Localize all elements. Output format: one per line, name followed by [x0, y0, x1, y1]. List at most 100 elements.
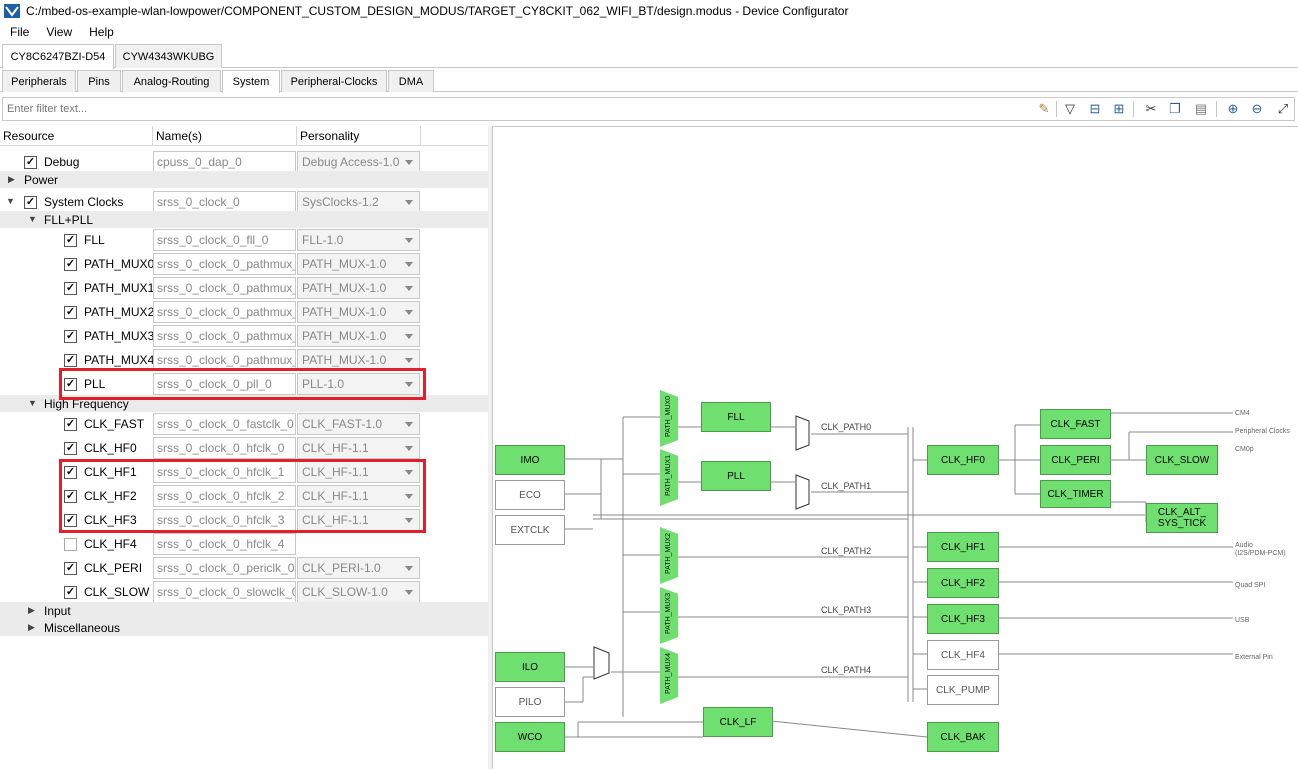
path-mux-3[interactable]: PATH_MUX3 [660, 587, 678, 644]
tree-row-fll-pll[interactable]: ▼ FLL+PLL [0, 211, 488, 228]
filter-input[interactable] [3, 98, 1053, 120]
block-clk-hf0[interactable]: CLK_HF0 [927, 445, 999, 475]
tab-pins[interactable]: Pins [77, 70, 121, 92]
personality-dropdown[interactable]: PATH_MUX-1.0 [297, 253, 420, 275]
tree-row-clk-fast[interactable]: ✓ CLK_FAST srss_0_clock_0_fastclk_0 CLK_FAS… [0, 412, 488, 436]
enable-checkbox[interactable]: ✓ [24, 155, 37, 169]
expand-arrow-right-icon[interactable]: ▶ [28, 622, 35, 633]
enable-checkbox[interactable]: ✓ [64, 257, 77, 271]
source-ilo[interactable]: ILO [495, 652, 565, 682]
personality-dropdown[interactable]: PATH_MUX-1.0 [297, 325, 420, 347]
tab-dma[interactable]: DMA [388, 70, 434, 92]
personality-dropdown[interactable]: CLK_PERI-1.0 [297, 557, 420, 579]
paste-icon[interactable]: ▤ [1193, 101, 1209, 117]
tree-row-clk-slow[interactable]: ✓ CLK_SLOW srss_0_clock_0_slowclk_0 CLK_SLO… [0, 580, 488, 604]
block-clk-hf3[interactable]: CLK_HF3 [927, 604, 999, 634]
enable-checkbox[interactable]: ✓ [24, 195, 37, 209]
enable-checkbox[interactable]: ✓ [64, 233, 77, 247]
tree-row-path-mux1[interactable]: ✓ PATH_MUX1 srss_0_clock_0_pathmux_1 PATH_M… [0, 276, 488, 300]
path-mux-1[interactable]: PATH_MUX1 [660, 449, 678, 506]
instance-name-field[interactable]: srss_0_clock_0_hfclk_4 [153, 533, 296, 555]
tree-row-path-mux3[interactable]: ✓ PATH_MUX3 srss_0_clock_0_pathmux_3 PATH_M… [0, 324, 488, 348]
expand-arrow-down-icon[interactable]: ▼ [28, 214, 37, 224]
enable-checkbox[interactable]: ✓ [64, 441, 77, 455]
instance-name-field[interactable]: srss_0_clock_0_pathmux_1 [153, 277, 296, 299]
expand-arrow-down-icon[interactable]: ▼ [28, 398, 37, 408]
filter-icon[interactable]: ▽ [1062, 101, 1078, 117]
block-clk-pump[interactable]: CLK_PUMP [927, 675, 999, 705]
expand-arrow-down-icon[interactable]: ▼ [6, 196, 15, 206]
clear-filter-icon[interactable]: ✎ [1036, 101, 1052, 117]
enable-checkbox[interactable]: ✓ [64, 417, 77, 431]
instance-name-field[interactable]: srss_0_clock_0_pathmux_2 [153, 301, 296, 323]
instance-name-field[interactable]: srss_0_clock_0_periclk_0 [153, 557, 296, 579]
enable-checkbox[interactable]: ✓ [64, 561, 77, 575]
zoom-out-icon[interactable]: ⊖ [1249, 101, 1265, 117]
zoom-in-icon[interactable]: ⊕ [1225, 101, 1241, 117]
block-fll[interactable]: FLL [701, 402, 771, 432]
tab-peripheral-clocks[interactable]: Peripheral-Clocks [281, 70, 387, 92]
path-mux-4[interactable]: PATH_MUX4 [660, 647, 678, 704]
personality-dropdown[interactable]: SysClocks-1.2 [297, 191, 420, 213]
collapse-all-icon[interactable]: ⊟ [1087, 101, 1103, 117]
menu-file[interactable]: File [0, 25, 36, 39]
tab-peripherals[interactable]: Peripherals [2, 70, 76, 92]
block-clk-hf4[interactable]: CLK_HF4 [927, 640, 999, 670]
instance-name-field[interactable]: srss_0_clock_0 [153, 191, 296, 213]
personality-dropdown[interactable]: Debug Access-1.0 [297, 151, 420, 173]
instance-name-field[interactable]: cpuss_0_dap_0 [153, 151, 296, 173]
source-imo[interactable]: IMO [495, 445, 565, 475]
instance-name-field[interactable]: srss_0_clock_0_pathmux_0 [153, 253, 296, 275]
source-eco[interactable]: ECO [495, 480, 565, 510]
source-wco[interactable]: WCO [495, 722, 565, 752]
instance-name-field[interactable]: srss_0_clock_0_pathmux_3 [153, 325, 296, 347]
expand-all-icon[interactable]: ⊞ [1111, 101, 1127, 117]
header-resource[interactable]: Resource [0, 126, 153, 146]
personality-dropdown[interactable]: FLL-1.0 [297, 229, 420, 251]
tree-row-miscellaneous[interactable]: ▶ Miscellaneous [0, 619, 488, 636]
block-clk-peri[interactable]: CLK_PERI [1040, 445, 1111, 475]
personality-dropdown[interactable]: PATH_MUX-1.0 [297, 277, 420, 299]
expand-arrow-right-icon[interactable]: ▶ [28, 605, 35, 616]
tree-row-power[interactable]: ▶ Power [0, 171, 488, 188]
personality-dropdown[interactable]: CLK_SLOW-1.0 [297, 581, 420, 603]
header-personality[interactable]: Personality [297, 126, 421, 146]
enable-checkbox[interactable]: ✓ [64, 353, 77, 367]
tree-row-clk-peri[interactable]: ✓ CLK_PERI srss_0_clock_0_periclk_0 CLK_PER… [0, 556, 488, 580]
path-mux-2[interactable]: PATH_MUX2 [660, 527, 678, 584]
tree-row-clk-hf4[interactable]: CLK_HF4 srss_0_clock_0_hfclk_4 [0, 532, 488, 556]
block-clk-hf1[interactable]: CLK_HF1 [927, 532, 999, 562]
instance-name-field[interactable]: srss_0_clock_0_slowclk_0 [153, 581, 296, 603]
enable-checkbox[interactable] [64, 537, 77, 551]
block-clk-slow[interactable]: CLK_SLOW [1146, 445, 1218, 475]
tab-analog-routing[interactable]: Analog-Routing [122, 70, 221, 92]
path-mux-0[interactable]: PATH_MUX0 [660, 390, 678, 447]
copy-icon[interactable]: ❐ [1167, 101, 1183, 117]
cut-icon[interactable]: ✂ [1143, 101, 1159, 117]
enable-checkbox[interactable]: ✓ [64, 329, 77, 343]
enable-checkbox[interactable]: ✓ [64, 305, 77, 319]
instance-name-field[interactable]: srss_0_clock_0_fastclk_0 [153, 413, 296, 435]
instance-name-field[interactable]: srss_0_clock_0_fll_0 [153, 229, 296, 251]
tree-row-path-mux2[interactable]: ✓ PATH_MUX2 srss_0_clock_0_pathmux_2 PATH_M… [0, 300, 488, 324]
block-clk-timer[interactable]: CLK_TIMER [1040, 480, 1111, 508]
expand-arrow-right-icon[interactable]: ▶ [8, 174, 15, 185]
header-names[interactable]: Name(s) [153, 126, 297, 146]
tree-row-clk-hf0[interactable]: ✓ CLK_HF0 srss_0_clock_0_hfclk_0 CLK_HF-1.1 [0, 436, 488, 460]
enable-checkbox[interactable]: ✓ [64, 281, 77, 295]
source-pilo[interactable]: PILO [495, 687, 565, 717]
instance-name-field[interactable]: srss_0_clock_0_hfclk_0 [153, 437, 296, 459]
source-extclk[interactable]: EXTCLK [495, 515, 565, 545]
block-pll[interactable]: PLL [701, 461, 771, 491]
block-clk-lf[interactable]: CLK_LF [703, 707, 773, 737]
personality-dropdown[interactable]: CLK_HF-1.1 [297, 437, 420, 459]
menu-help[interactable]: Help [79, 25, 121, 39]
block-clk-fast[interactable]: CLK_FAST [1040, 409, 1111, 439]
menu-view[interactable]: View [36, 25, 79, 39]
tree-row-path-mux0[interactable]: ✓ PATH_MUX0 srss_0_clock_0_pathmux_0 PATH_M… [0, 252, 488, 276]
tree-row-fll[interactable]: ✓ FLL srss_0_clock_0_fll_0 FLL-1.0 [0, 228, 488, 252]
block-clk-alt-sys-tick[interactable]: CLK_ALT_ SYS_TICK [1146, 503, 1218, 533]
block-clk-hf2[interactable]: CLK_HF2 [927, 568, 999, 598]
device-tab-psoc6[interactable]: CY8C6247BZI-D54 [2, 44, 114, 69]
personality-dropdown[interactable]: CLK_FAST-1.0 [297, 413, 420, 435]
